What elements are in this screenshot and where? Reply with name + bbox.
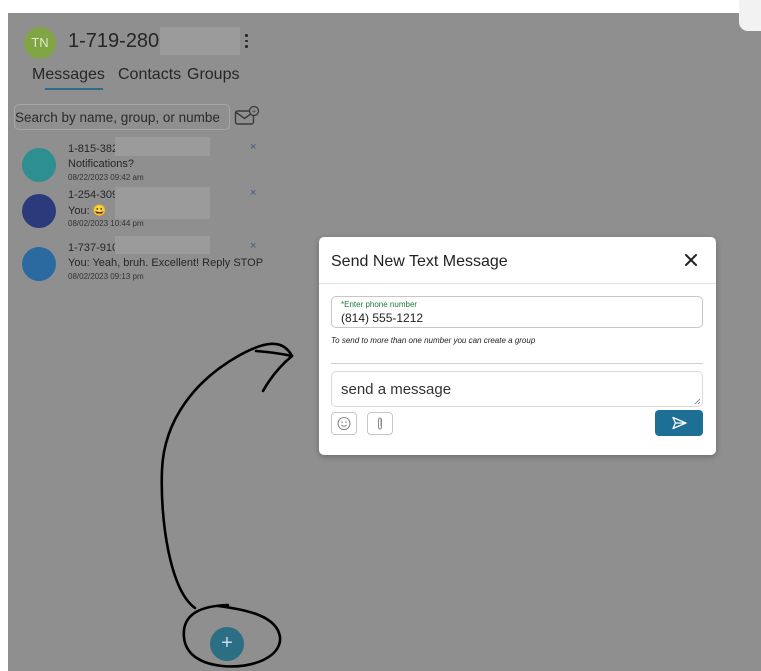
conversation-snippet: Notifications?: [68, 158, 135, 170]
emoji-icon: [337, 416, 351, 431]
new-message-icon[interactable]: +: [234, 105, 260, 129]
phone-field-label: *Enter phone number: [341, 300, 418, 309]
redaction-box: [115, 236, 210, 254]
conversation-snippet: You: Yeah, bruh. Excellent! Reply STOP: [68, 257, 264, 269]
corner-tab: [739, 0, 761, 31]
message-input[interactable]: [332, 372, 702, 406]
new-message-fab[interactable]: +: [210, 627, 244, 661]
search-box: [14, 104, 230, 130]
contact-avatar: [22, 247, 56, 281]
message-field: [331, 371, 703, 407]
redaction-box: [160, 27, 240, 55]
search-input[interactable]: [15, 105, 229, 129]
attach-button[interactable]: [367, 412, 393, 435]
redaction-box: [115, 137, 210, 156]
resize-handle-icon[interactable]: [694, 398, 700, 404]
send-button[interactable]: [655, 410, 703, 436]
paperclip-icon: [378, 417, 382, 430]
kebab-menu-icon[interactable]: [240, 30, 252, 52]
avatar[interactable]: TN: [24, 27, 56, 59]
phone-field-value[interactable]: (814) 555-1212: [341, 311, 423, 325]
divider: [331, 363, 703, 364]
send-message-modal: Send New Text Message *Enter phone numbe…: [319, 237, 716, 455]
divider: [319, 283, 716, 284]
conversation-date: 08/22/2023 09:42 am: [68, 173, 144, 182]
conversation-date: 08/02/2023 10:44 pm: [68, 219, 144, 228]
modal-title: Send New Text Message: [331, 253, 508, 270]
tab-groups[interactable]: Groups: [187, 66, 239, 84]
send-icon: [672, 416, 687, 430]
tab-contacts[interactable]: Contacts: [118, 66, 181, 84]
redaction-box: [115, 187, 210, 219]
contact-avatar: [22, 148, 56, 182]
delete-conversation-icon[interactable]: ×: [250, 187, 256, 199]
active-tab-indicator: [45, 88, 103, 90]
close-icon[interactable]: [681, 250, 701, 270]
conversation-date: 08/02/2023 09:13 pm: [68, 272, 144, 281]
delete-conversation-icon[interactable]: ×: [250, 240, 256, 252]
conversation-snippet: You: 😀: [68, 205, 107, 217]
svg-text:+: +: [252, 109, 256, 116]
tab-messages[interactable]: Messages: [32, 66, 105, 84]
group-hint-text: To send to more than one number you can …: [331, 336, 536, 345]
emoji-button[interactable]: [331, 412, 357, 435]
phone-number-field[interactable]: *Enter phone number (814) 555-1212: [331, 296, 703, 328]
contact-avatar: [22, 194, 56, 228]
delete-conversation-icon[interactable]: ×: [250, 141, 256, 153]
